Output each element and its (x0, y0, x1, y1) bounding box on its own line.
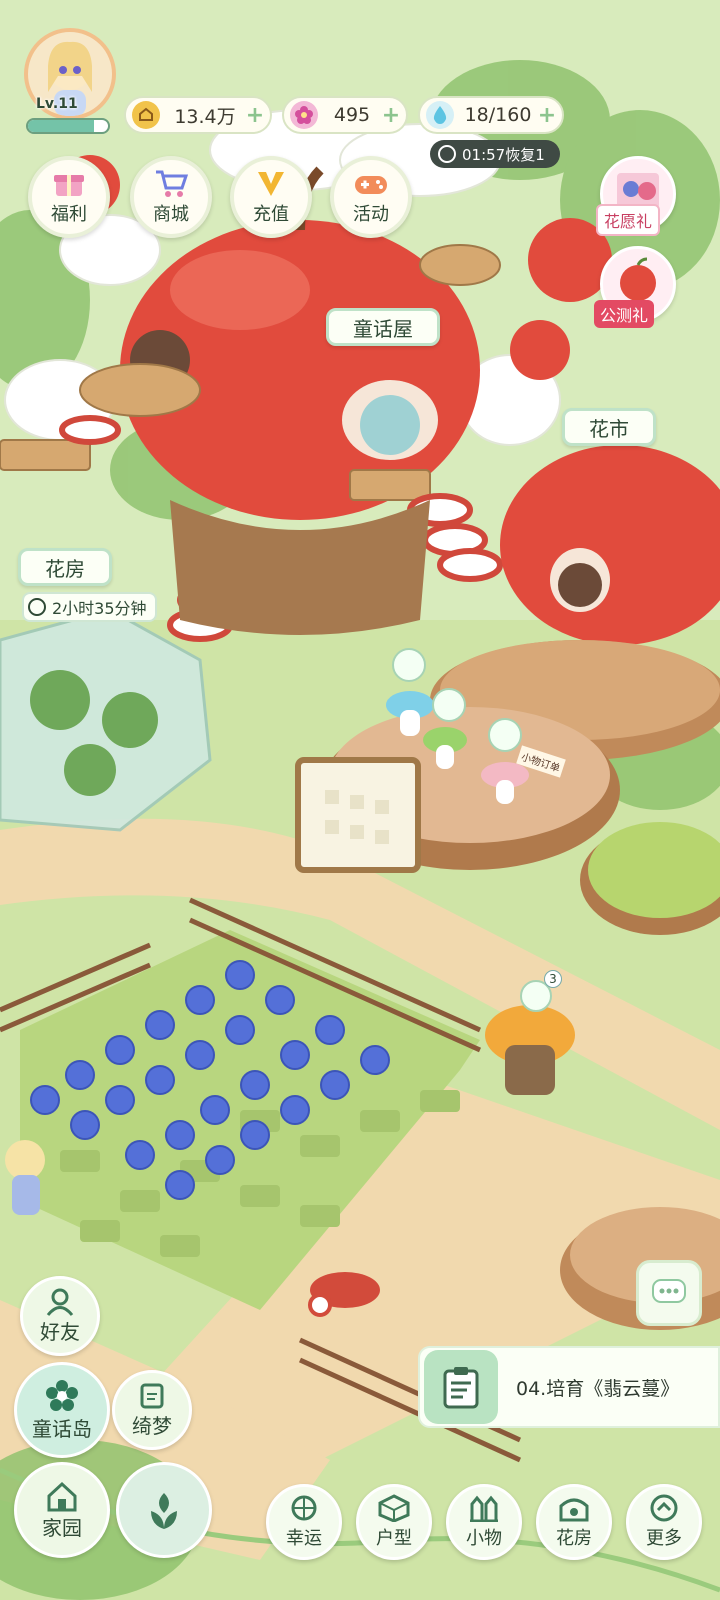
more-button[interactable]: 更多 (626, 1484, 702, 1560)
more-label: 更多 (646, 1528, 682, 1549)
dream-label: 绮梦 (132, 1413, 172, 1438)
layout-button[interactable]: 户型 (356, 1484, 432, 1560)
flower-room-button[interactable]: 花房 (536, 1484, 612, 1560)
shopping-cart-icon (156, 170, 189, 197)
add-water-button[interactable]: + (536, 103, 558, 128)
welfare-button[interactable]: 福利 (28, 156, 110, 238)
water-recovery-timer: 01:57恢复1 (430, 140, 560, 168)
shop-label: 商城 (153, 204, 189, 225)
fairy-emblem-icon (151, 1493, 177, 1529)
fairy-house-label[interactable]: 童话屋 (326, 308, 440, 346)
add-gems-button[interactable]: + (380, 103, 402, 128)
home-label: 家园 (42, 1515, 82, 1540)
friends-button[interactable]: 好友 (20, 1276, 100, 1356)
chevron-up-icon (650, 1494, 678, 1522)
gamepad-icon (355, 176, 387, 194)
luck-button[interactable]: 幸运 (266, 1484, 342, 1560)
beta-gift-label: 公测礼 (594, 300, 655, 328)
wish-gift-label: 花愿礼 (596, 204, 661, 236)
chat-button[interactable] (636, 1260, 702, 1326)
layout-label: 户型 (376, 1528, 412, 1549)
castle-icon (470, 1495, 498, 1522)
items-label: 小物 (466, 1528, 502, 1549)
gift-box-icon (54, 175, 84, 196)
flower-gem-icon (290, 101, 318, 129)
xp-bar (26, 118, 110, 134)
water-value: 18/160 (464, 104, 532, 126)
fairy-island-button[interactable]: 童话岛 (14, 1362, 110, 1458)
clipboard-icon (424, 1350, 498, 1424)
mailbox-badge: 3 (544, 970, 562, 988)
flower-emblem-icon (46, 1379, 78, 1411)
luck-label: 幸运 (286, 1528, 322, 1549)
recharge-button[interactable]: 充值 (230, 156, 312, 238)
water-counter[interactable]: 18/160 + (418, 96, 564, 134)
add-coins-button[interactable]: + (244, 103, 266, 128)
greenhouse-icon (559, 1498, 589, 1522)
wheel-icon (291, 1495, 317, 1521)
dream-card-icon (140, 1383, 164, 1408)
flower-market-label[interactable]: 花市 (562, 408, 656, 446)
items-button[interactable]: 小物 (446, 1484, 522, 1560)
quest-text: 04.培育《翡云蔓》 (516, 1377, 680, 1400)
coin-value: 13.4万 (174, 105, 236, 128)
center-emblem-button[interactable] (116, 1462, 212, 1558)
fairy-island-label: 童话岛 (32, 1416, 92, 1441)
flower-room-label: 花房 (556, 1528, 592, 1549)
greenhouse-countdown-text: 2小时35分钟 (52, 599, 147, 618)
dream-button[interactable]: 绮梦 (112, 1370, 192, 1450)
greenhouse-label[interactable]: 花房 (18, 548, 112, 586)
events-label: 活动 (353, 204, 389, 225)
water-timer-text: 01:57恢复1 (462, 145, 545, 164)
gem-value: 495 (333, 104, 371, 126)
events-button[interactable]: 活动 (330, 156, 412, 238)
water-drop-icon (426, 101, 454, 129)
quest-panel[interactable]: 04.培育《翡云蔓》 (418, 1346, 720, 1428)
clock-icon (438, 145, 456, 163)
welfare-label: 福利 (51, 204, 87, 225)
friends-label: 好友 (40, 1319, 80, 1344)
room-cube-icon (378, 1494, 410, 1522)
coin-icon (132, 101, 160, 129)
friend-person-icon (46, 1288, 74, 1316)
clock-icon (28, 598, 46, 616)
coin-counter[interactable]: 13.4万 + (124, 96, 272, 134)
house-icon (47, 1481, 77, 1511)
shop-button[interactable]: 商城 (130, 156, 212, 238)
gem-counter[interactable]: 495 + (282, 96, 408, 134)
v-diamond-icon (258, 172, 284, 196)
greenhouse-countdown: 2小时35分钟 (22, 592, 157, 622)
recharge-label: 充值 (253, 204, 289, 225)
xp-bar-fill (28, 120, 94, 132)
door-bubble-icon[interactable] (392, 648, 426, 682)
chat-bubble-icon (652, 1279, 686, 1303)
player-level: Lv.11 (36, 96, 78, 112)
home-button[interactable]: 家园 (14, 1462, 110, 1558)
megaphone-bubble-icon[interactable] (432, 688, 466, 722)
sofa-bubble-icon[interactable] (488, 718, 522, 752)
